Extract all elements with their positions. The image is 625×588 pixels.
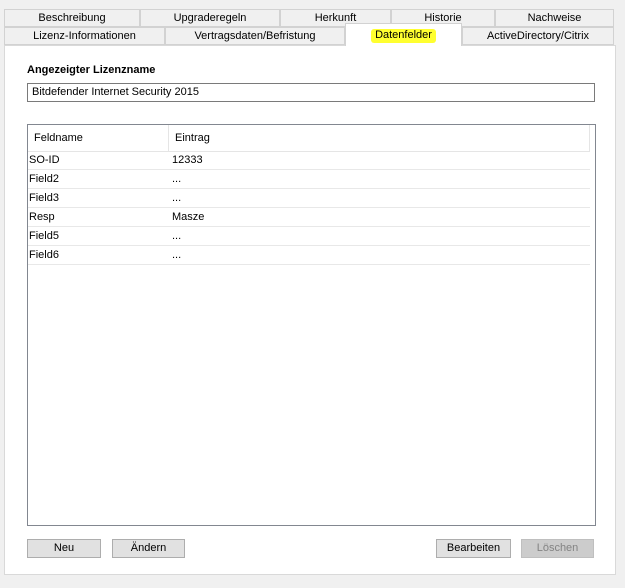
- table-row[interactable]: Field5 ...: [28, 227, 590, 246]
- grid-header: Feldname Eintrag: [28, 125, 590, 152]
- table-row[interactable]: Resp Masze: [28, 208, 590, 227]
- tab-beschreibung[interactable]: Beschreibung: [4, 9, 140, 27]
- license-name-label: Angezeigter Lizenzname: [27, 64, 156, 76]
- tab-lizenz-informationen[interactable]: Lizenz-Informationen: [4, 27, 165, 45]
- tab-vertragsdaten-befristung[interactable]: Vertragsdaten/Befristung: [165, 27, 345, 45]
- data-fields-grid[interactable]: Feldname Eintrag SO-ID 12333 Field2 ... …: [27, 124, 596, 526]
- new-button[interactable]: Neu: [27, 539, 101, 558]
- tab-activedirectory-citrix[interactable]: ActiveDirectory/Citrix: [462, 27, 614, 45]
- row-field-name: Field5: [29, 230, 59, 242]
- row-field-name: Field6: [29, 249, 59, 261]
- row-field-value: 12333: [172, 154, 203, 166]
- row-field-value: ...: [172, 230, 182, 242]
- row-field-value: ...: [172, 192, 182, 204]
- delete-button[interactable]: Löschen: [521, 539, 594, 558]
- row-field-name: Resp: [29, 211, 55, 223]
- table-row[interactable]: Field2 ...: [28, 170, 590, 189]
- row-field-name: SO-ID: [29, 154, 60, 166]
- row-field-value: Masze: [172, 211, 205, 223]
- table-row[interactable]: Field6 ...: [28, 246, 590, 265]
- row-field-name: Field3: [29, 192, 59, 204]
- tab-datenfelder-label: Datenfelder: [371, 29, 436, 43]
- table-row[interactable]: SO-ID 12333: [28, 151, 590, 170]
- column-header-feldname[interactable]: Feldname: [28, 125, 169, 151]
- table-row[interactable]: Field3 ...: [28, 189, 590, 208]
- row-field-value: ...: [172, 173, 182, 185]
- change-button[interactable]: Ändern: [112, 539, 185, 558]
- tab-nachweise[interactable]: Nachweise: [495, 9, 614, 27]
- edit-button[interactable]: Bearbeiten: [436, 539, 511, 558]
- tab-upgraderegeln[interactable]: Upgraderegeln: [140, 9, 280, 27]
- column-header-eintrag[interactable]: Eintrag: [169, 125, 590, 151]
- tab-datenfelder[interactable]: Datenfelder: [345, 23, 462, 46]
- row-field-value: ...: [172, 249, 182, 261]
- license-name-field[interactable]: Bitdefender Internet Security 2015: [27, 83, 595, 102]
- row-field-name: Field2: [29, 173, 59, 185]
